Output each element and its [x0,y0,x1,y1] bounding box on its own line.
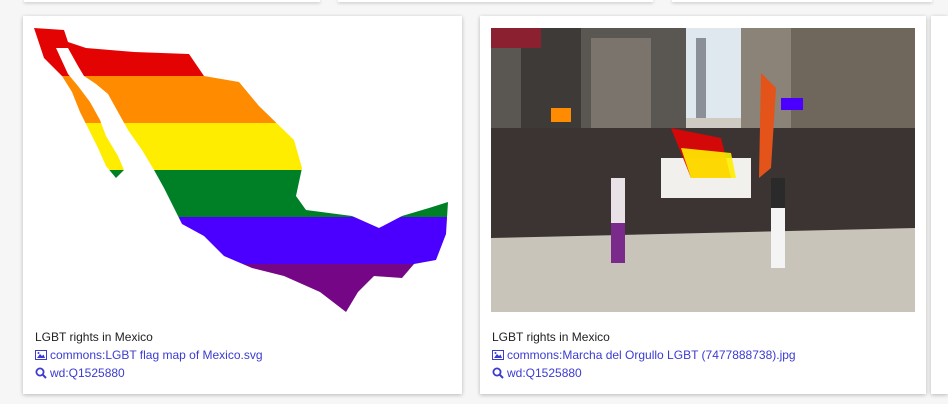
top-card-edge-1 [24,0,320,2]
lgbt-flag-map-image [34,28,448,312]
card-image-photo[interactable] [491,28,915,312]
result-card-2: LGBT rights in Mexico commons:Marcha del… [480,16,926,394]
image-icon [35,349,47,361]
commons-file-link[interactable]: commons:LGBT flag map of Mexico.svg [35,348,263,362]
top-card-edge-3 [672,0,932,2]
search-icon [35,367,47,379]
pride-march-photo [491,28,915,312]
commons-file-link[interactable]: commons:Marcha del Orgullo LGBT (7477888… [492,348,796,362]
wikidata-link-text[interactable]: wd:Q1525880 [507,366,582,380]
search-icon [492,367,504,379]
card-caption: LGBT rights in Mexico [35,330,153,344]
wikidata-link-text[interactable]: wd:Q1525880 [50,366,125,380]
image-icon [492,349,504,361]
card-caption: LGBT rights in Mexico [492,330,610,344]
wikidata-link[interactable]: wd:Q1525880 [35,366,125,380]
commons-file-link-text[interactable]: commons:Marcha del Orgullo LGBT (7477888… [507,348,796,362]
result-card-3-edge [931,16,948,394]
result-card-1: LGBT rights in Mexico commons:LGBT flag … [23,16,462,394]
commons-file-link-text[interactable]: commons:LGBT flag map of Mexico.svg [50,348,263,362]
top-card-edge-2 [338,0,653,2]
wikidata-link[interactable]: wd:Q1525880 [492,366,582,380]
card-image-map[interactable] [34,28,458,312]
